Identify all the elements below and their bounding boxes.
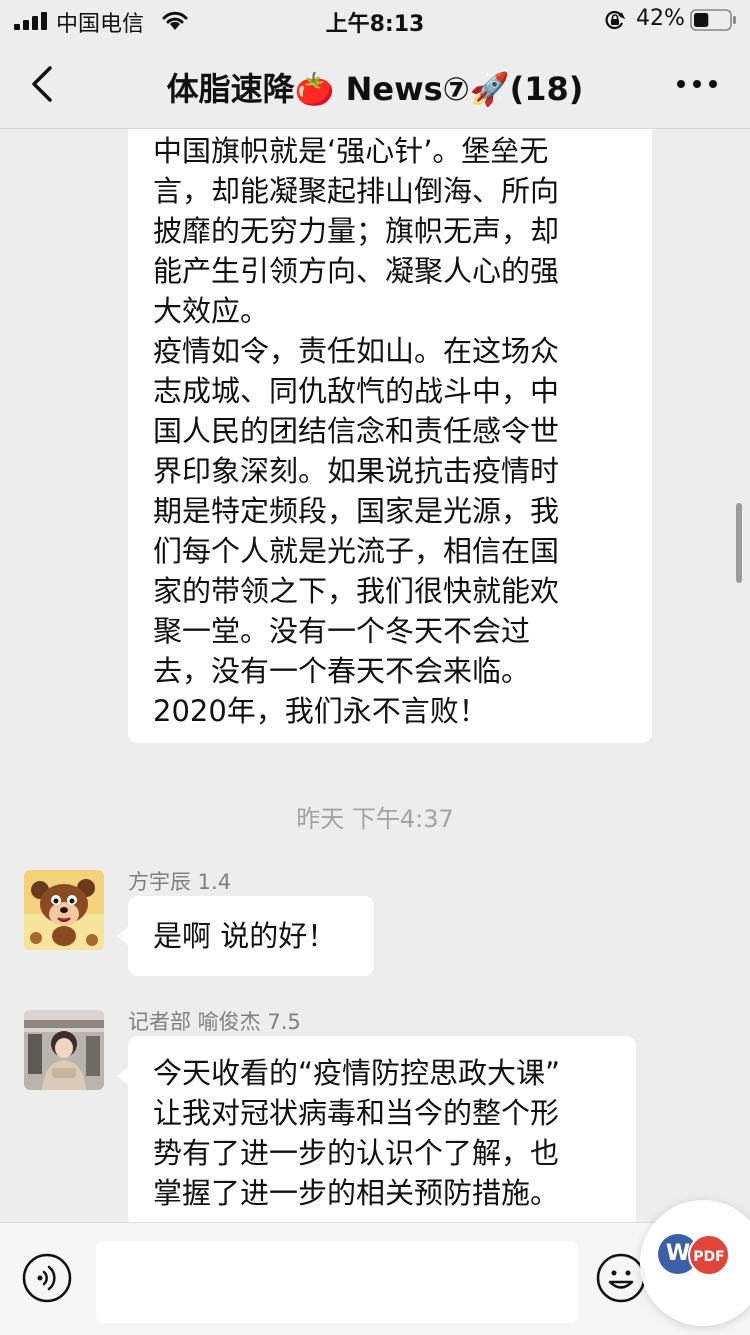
pdf-document-icon: PDF [688,1234,730,1276]
message-line: 势有了进一步的认识个了解，也 [153,1136,560,1170]
voice-input-icon[interactable] [22,1253,72,1303]
chat-title: 体脂速降🍅 News⑦🚀(18) [166,70,584,108]
scrollbar[interactable] [736,503,742,583]
more-options-icon[interactable] [672,64,722,104]
message-line: 界印象深刻。如果说抗击疫情时 [153,454,560,488]
message-line: 去，没有一个春天不会来临。 [153,654,531,688]
chipmunk-avatar-image [24,870,104,950]
chat-message-list[interactable]: 中国旗帜就是‘强心针’。堡垒无 言，却能凝聚起排山倒海、所向 披靡的无穷力量；旗… [0,129,750,1222]
message-line: 国人民的团结信念和责任感令世 [153,414,560,448]
message-line: 大效应。 [153,294,270,328]
message-timestamp: 昨天 下午4:37 [296,805,454,833]
message-line: 掌握了进一步的相关预防措施。 [153,1176,560,1210]
status-bar: 中国电信 上午8:13 42% [0,0,750,40]
message-line: 今天收看的“疫情防控思政大课” [153,1056,561,1090]
message-line: 家的带领之下，我们很快就能欢 [153,574,560,608]
message-line: 中国旗帜就是‘强心针’。堡垒无 [153,134,549,168]
battery-percent: 42% [636,6,685,31]
sender-name: 方宇辰 1.4 [128,870,232,894]
sender-name: 记者部 喻俊杰 7.5 [128,1010,301,1034]
message-line: 披靡的无穷力量；旗帜无声，却 [153,214,560,248]
message-bubble[interactable]: 今天收看的“疫情防控思政大课” 让我对冠状病毒和当今的整个形 势有了进一步的认识… [128,1036,636,1222]
message-text: 是啊 说的好！ [153,919,337,953]
chat-header: 体脂速降🍅 News⑦🚀(18) [0,40,750,129]
emoji-icon[interactable] [596,1253,646,1303]
avatar[interactable] [24,1010,104,1090]
message-input[interactable] [96,1241,578,1323]
message-line: 能产生引领方向、凝聚人心的强 [153,254,560,288]
message-bubble-long[interactable]: 中国旗帜就是‘强心针’。堡垒无 言，却能凝聚起排山倒海、所向 披靡的无穷力量；旗… [128,129,652,743]
message-line: 期是特定频段，国家是光源，我 [153,494,560,528]
avatar[interactable] [24,870,104,950]
message-line: 聚一堂。没有一个冬天不会过 [153,614,531,648]
message-line: 让我对冠状病毒和当今的整个形 [153,1096,560,1130]
message-line: 言，却能凝聚起排山倒海、所向 [153,174,560,208]
person-avatar-image [24,1010,104,1090]
message-line: 2020年，我们永不言败！ [153,694,488,728]
message-line: 们每个人就是光流子，相信在国 [153,534,560,568]
orientation-lock-icon [605,10,626,30]
back-arrow-icon[interactable] [22,60,66,108]
message-line: 志成城、同仇敌忾的战斗中，中 [153,374,560,408]
message-bubble[interactable]: 是啊 说的好！ [128,896,374,976]
input-bar [0,1222,750,1335]
battery-icon [690,9,736,31]
message-line: 疫情如令，责任如山。在这场众 [153,334,560,368]
